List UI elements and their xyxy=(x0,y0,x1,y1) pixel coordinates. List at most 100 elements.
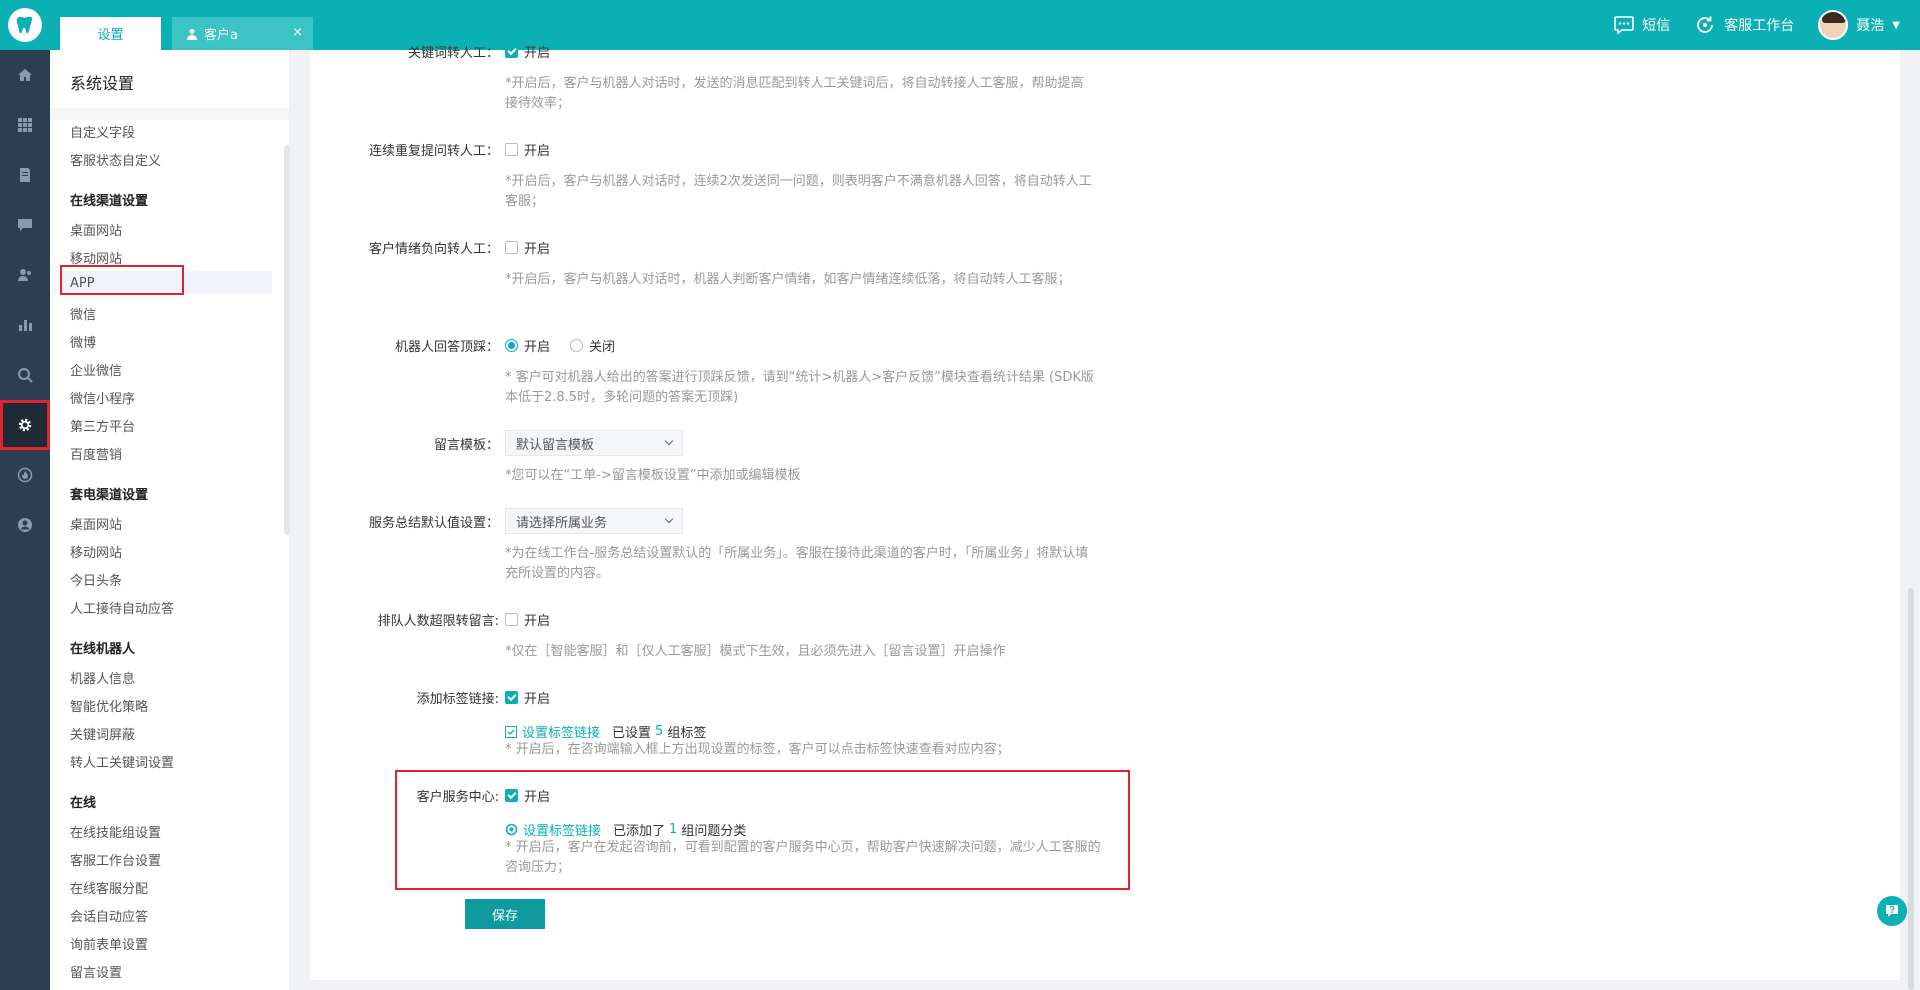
sidebar-item[interactable]: 智能优化策略 xyxy=(70,696,148,715)
radio-selected-icon[interactable] xyxy=(505,339,518,352)
queue-overflow-option: 开启 xyxy=(524,614,551,629)
emotion-transfer-toggle[interactable]: 开启 xyxy=(505,238,550,257)
queue-overflow-toggle[interactable]: 开启 xyxy=(505,610,550,629)
headset-refresh-icon xyxy=(1697,16,1714,33)
sidebar-item[interactable]: 第三方平台 xyxy=(70,416,135,435)
radio-icon[interactable] xyxy=(570,339,584,352)
nav-statistics[interactable] xyxy=(0,300,50,350)
sidebar-item[interactable]: 桌面网站 xyxy=(70,220,122,239)
nav-users[interactable] xyxy=(0,250,50,300)
sidebar-section-heading: 在线机器人 xyxy=(70,642,136,657)
nav-profile[interactable] xyxy=(0,500,50,550)
nav-home[interactable] xyxy=(0,50,50,100)
sidebar-item[interactable]: 自定义字段 xyxy=(70,122,135,141)
repeat-transfer-label: 连续重复提问转人工： xyxy=(368,144,499,159)
sidebar-item[interactable]: 会话自动应答 xyxy=(70,906,148,925)
help-chat-icon xyxy=(1886,905,1898,917)
sidebar-item[interactable]: 移动网站 xyxy=(70,542,122,561)
home-icon xyxy=(18,69,32,81)
sidebar-item[interactable]: 移动网站 xyxy=(70,248,122,267)
sidebar-item[interactable]: 企业微信 xyxy=(70,360,122,379)
queue-overflow-label: 排队人数超限转留言: xyxy=(377,614,499,629)
sidebar-item[interactable]: 今日头条 xyxy=(70,570,122,589)
workbench-button[interactable]: 客服工作台 xyxy=(1694,14,1794,36)
close-icon[interactable]: × xyxy=(292,25,303,40)
nav-settings[interactable] xyxy=(0,400,50,450)
save-button[interactable]: 保存 xyxy=(465,899,545,929)
sidebar-item[interactable]: 在线客服分配 xyxy=(70,878,148,897)
avatar[interactable] xyxy=(1818,10,1849,40)
sidebar-item[interactable]: 机器人信息 xyxy=(70,668,135,687)
edit-checkbox-icon xyxy=(505,725,517,738)
sidebar-item-app[interactable]: APP xyxy=(70,276,95,291)
repeat-transfer-hint: *开启后，客户与机器人对话时，连续2次发送同一问题，则表明客户不满意机器人回答，… xyxy=(505,174,1092,209)
top-bar: 设置 客户a × 短信 客服工作台 聂浩 ▼ xyxy=(0,0,1920,50)
queue-overflow-hint: *仅在［智能客服］和［仅人工客服］模式下生效，且必须先进入［留言设置］开启操作 xyxy=(505,644,1006,659)
set-tag-links-button[interactable]: 设置标签链接 xyxy=(505,722,600,741)
tooth-logo-icon[interactable] xyxy=(8,8,42,42)
nav-search[interactable] xyxy=(0,350,50,400)
bar-chart-icon xyxy=(19,320,32,331)
nav-apps[interactable] xyxy=(0,100,50,150)
nav-fire[interactable] xyxy=(0,450,50,500)
tag-links-toggle[interactable]: 开启 xyxy=(505,688,550,707)
sidebar-item[interactable]: 微信小程序 xyxy=(70,388,135,407)
robot-feedback-on[interactable]: 开启 xyxy=(524,336,550,355)
service-center-toggle[interactable]: 开启 xyxy=(505,786,550,805)
sidebar-scrollbar[interactable] xyxy=(284,145,289,535)
tab-settings[interactable]: 设置 xyxy=(60,17,161,50)
checkbox-checked-icon[interactable] xyxy=(505,45,518,58)
tag-links-count: 5 xyxy=(655,724,664,739)
tag-links-hint: * 开启后，在咨询端输入框上方出现设置的标签，客户可以点击标签快速查看对应内容； xyxy=(505,742,1010,757)
checkbox-icon[interactable] xyxy=(505,613,518,626)
sidebar-item[interactable]: 关键词屏蔽 xyxy=(70,724,135,743)
sms-button[interactable]: 短信 xyxy=(1614,15,1670,35)
service-summary-value: 请选择所属业务 xyxy=(516,515,608,531)
message-icon xyxy=(1614,16,1635,34)
sidebar-item[interactable]: 客服工作台设置 xyxy=(70,850,161,869)
sidebar-item[interactable]: 留言设置 xyxy=(70,962,122,981)
tag-links-label-wrap: 添加标签链接: xyxy=(310,688,499,707)
keyword-transfer-toggle[interactable]: 开启 xyxy=(505,42,550,61)
user-name[interactable]: 聂浩 xyxy=(1856,15,1884,35)
sidebar-item[interactable]: 百度营销 xyxy=(70,444,122,463)
message-template-select[interactable]: 默认留言模板 xyxy=(505,430,683,456)
sidebar-item[interactable]: 人工接待自动应答 xyxy=(70,598,174,617)
grid-icon xyxy=(18,118,32,132)
page-scrollbar[interactable] xyxy=(1908,588,1914,990)
repeat-transfer-toggle[interactable]: 开启 xyxy=(505,140,550,159)
sidebar-item[interactable]: 转人工关键词设置 xyxy=(70,752,174,771)
set-tag-links-label: 设置标签链接 xyxy=(522,726,601,741)
top-right-actions: 短信 客服工作台 聂浩 ▼ xyxy=(1614,0,1920,50)
chevron-down-icon xyxy=(664,514,674,524)
keyword-transfer-hint: *开启后，客户与机器人对话时，发送的消息匹配到转人工关键词后，将自动转接人工客服… xyxy=(505,76,1084,111)
robot-feedback-off[interactable]: 关闭 xyxy=(589,336,615,355)
service-center-option: 开启 xyxy=(524,790,551,805)
sidebar-item[interactable]: 在线技能组设置 xyxy=(70,822,161,841)
sidebar-item[interactable]: 微信 xyxy=(70,304,96,323)
service-summary-select[interactable]: 请选择所属业务 xyxy=(505,508,683,534)
checkbox-checked-icon[interactable] xyxy=(505,789,518,802)
gear-icon xyxy=(18,418,32,432)
sidebar-item[interactable]: 询前表单设置 xyxy=(70,934,148,953)
checkbox-checked-icon[interactable] xyxy=(505,691,518,704)
message-template-label-wrap: 留言模板： xyxy=(310,434,499,453)
document-icon xyxy=(20,168,30,182)
sidebar-item[interactable]: 微博 xyxy=(70,332,96,351)
nav-documents[interactable] xyxy=(0,150,50,200)
tab-customer[interactable]: 客户a × xyxy=(172,17,313,50)
sidebar-item[interactable]: 客服状态自定义 xyxy=(70,150,161,169)
nav-chat[interactable] xyxy=(0,200,50,250)
keyword-transfer-label-wrap: 关键词转人工： xyxy=(310,42,499,61)
sidebar-title: 系统设置 xyxy=(70,74,135,93)
checkbox-icon[interactable] xyxy=(505,143,518,156)
checkbox-icon[interactable] xyxy=(505,241,518,254)
sidebar-item[interactable]: 桌面网站 xyxy=(70,514,122,533)
help-button[interactable] xyxy=(1877,896,1907,926)
tag-links-status-prefix: 已设置 xyxy=(612,726,652,741)
chevron-down-icon[interactable]: ▼ xyxy=(1892,20,1900,31)
service-center-settings-button[interactable]: 设置标签链接 xyxy=(505,820,601,839)
sidebar-section-heading: 套电渠道设置 xyxy=(70,488,149,503)
message-template-label: 留言模板： xyxy=(433,438,499,453)
repeat-transfer-label-wrap: 连续重复提问转人工： xyxy=(310,140,499,159)
